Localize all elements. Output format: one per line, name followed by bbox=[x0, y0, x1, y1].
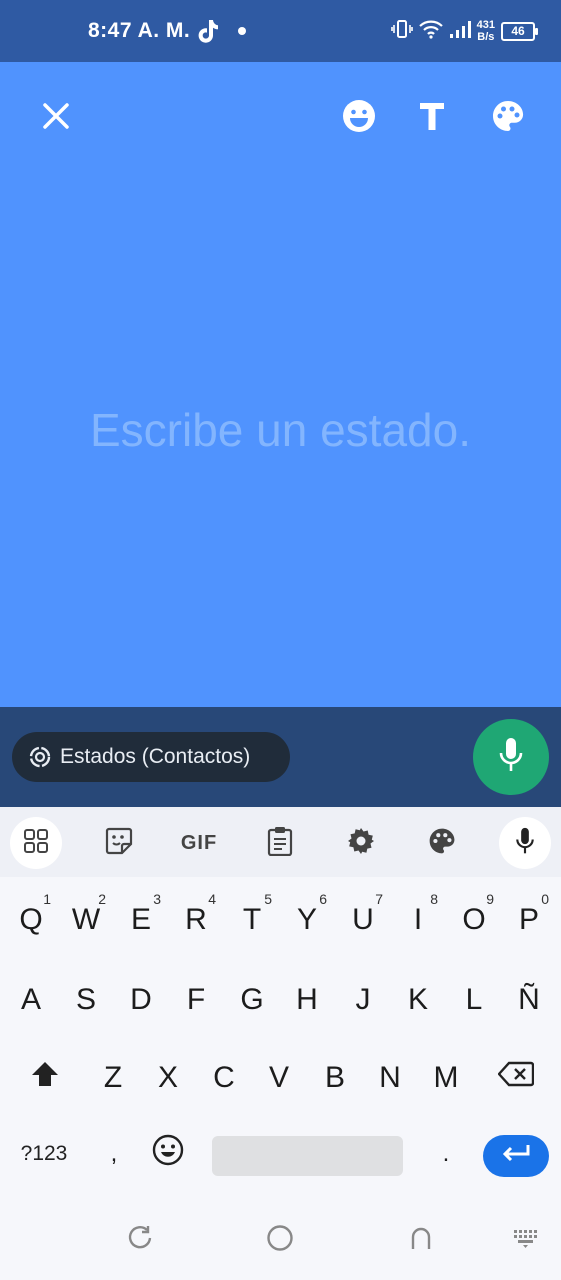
net-speed: 431 B/s bbox=[477, 19, 495, 43]
keyboard-keys: Q1 W2 E3 R4 T5 Y6 U7 I8 O9 P0 A S D F G … bbox=[0, 877, 561, 1200]
net-speed-value: 431 bbox=[476, 19, 495, 31]
audience-selector[interactable]: Estados (Contactos) bbox=[12, 732, 290, 782]
mic-icon bbox=[498, 737, 524, 778]
rotate-icon bbox=[127, 1225, 153, 1256]
sticker-button[interactable] bbox=[93, 817, 145, 869]
navigation-bar bbox=[0, 1200, 561, 1280]
key-f[interactable]: F bbox=[170, 969, 222, 1031]
close-button[interactable] bbox=[36, 98, 76, 138]
status-text-input[interactable]: Escribe un estado. bbox=[0, 403, 561, 457]
composer-bar: Estados (Contactos) bbox=[0, 707, 561, 807]
backspace-key[interactable] bbox=[490, 1047, 542, 1109]
theme-button[interactable] bbox=[416, 817, 468, 869]
gif-button[interactable]: GIF bbox=[173, 817, 225, 869]
home-icon bbox=[266, 1224, 294, 1257]
status-icons: 431 B/s 46 bbox=[390, 14, 538, 48]
voice-status-button[interactable] bbox=[473, 719, 549, 795]
key-q[interactable]: Q1 bbox=[5, 889, 57, 951]
key-r[interactable]: R4 bbox=[170, 889, 222, 951]
palette-icon bbox=[428, 827, 456, 860]
close-icon bbox=[41, 101, 71, 136]
mic-icon bbox=[515, 827, 535, 860]
key-e[interactable]: E3 bbox=[115, 889, 167, 951]
emoji-icon bbox=[342, 99, 376, 138]
apps-grid-icon bbox=[23, 828, 49, 859]
color-button[interactable] bbox=[488, 98, 528, 138]
enter-icon bbox=[500, 1143, 532, 1170]
emoji-icon bbox=[152, 1134, 184, 1174]
period-key[interactable]: . bbox=[420, 1123, 472, 1185]
tiktok-icon bbox=[196, 18, 220, 44]
key-c[interactable]: C bbox=[198, 1047, 250, 1109]
key-n[interactable]: N bbox=[364, 1047, 416, 1109]
vibrate-icon bbox=[390, 19, 413, 44]
settings-button[interactable] bbox=[335, 817, 387, 869]
signal-icon bbox=[449, 19, 471, 44]
settings-icon bbox=[347, 827, 375, 860]
key-v[interactable]: V bbox=[253, 1047, 305, 1109]
voice-typing-button[interactable] bbox=[499, 817, 551, 869]
keyboard-switch-icon bbox=[513, 1228, 539, 1253]
notification-dot bbox=[238, 27, 246, 35]
key-i[interactable]: I8 bbox=[392, 889, 444, 951]
key-m[interactable]: M bbox=[420, 1047, 472, 1109]
key-w[interactable]: W2 bbox=[60, 889, 112, 951]
key-j[interactable]: J bbox=[337, 969, 389, 1031]
text-icon bbox=[419, 101, 445, 136]
key-s[interactable]: S bbox=[60, 969, 112, 1031]
apps-button[interactable] bbox=[10, 817, 62, 869]
emoji-button[interactable] bbox=[339, 98, 379, 138]
key-x[interactable]: X bbox=[142, 1047, 194, 1109]
key-l[interactable]: L bbox=[448, 969, 500, 1031]
text-style-button[interactable] bbox=[412, 98, 452, 138]
key-z[interactable]: Z bbox=[87, 1047, 139, 1109]
key-t[interactable]: T5 bbox=[226, 889, 278, 951]
wifi-icon bbox=[418, 19, 443, 44]
battery-level: 46 bbox=[511, 23, 525, 38]
key-u[interactable]: U7 bbox=[337, 889, 389, 951]
rotate-button[interactable] bbox=[122, 1222, 158, 1258]
space-key[interactable] bbox=[212, 1136, 403, 1176]
status-ring-icon bbox=[29, 746, 51, 768]
backspace-icon bbox=[497, 1061, 535, 1095]
keyboard-toolbar: GIF bbox=[0, 807, 561, 877]
emoji-key[interactable] bbox=[142, 1123, 194, 1185]
key-d[interactable]: D bbox=[115, 969, 167, 1031]
key-g[interactable]: G bbox=[226, 969, 278, 1031]
shift-key[interactable] bbox=[19, 1047, 71, 1109]
key-y[interactable]: Y6 bbox=[281, 889, 333, 951]
audience-label: Estados (Contactos) bbox=[60, 745, 251, 768]
net-speed-unit: B/s bbox=[477, 31, 495, 43]
sticker-icon bbox=[104, 826, 134, 861]
shift-icon bbox=[31, 1061, 59, 1095]
clipboard-button[interactable] bbox=[254, 817, 306, 869]
gif-icon: GIF bbox=[180, 831, 218, 854]
clipboard-icon bbox=[267, 826, 293, 861]
key-k[interactable]: K bbox=[392, 969, 444, 1031]
comma-key[interactable]: , bbox=[88, 1123, 140, 1185]
key-b[interactable]: B bbox=[309, 1047, 361, 1109]
enter-key[interactable] bbox=[483, 1135, 549, 1177]
status-editor[interactable]: Escribe un estado. bbox=[0, 62, 561, 707]
key-h[interactable]: H bbox=[281, 969, 333, 1031]
key-a[interactable]: A bbox=[5, 969, 57, 1031]
back-button[interactable] bbox=[403, 1222, 439, 1258]
status-bar: 8:47 A. M. 431 B/s 46 bbox=[0, 0, 561, 62]
key-p[interactable]: P0 bbox=[503, 889, 555, 951]
key-enye[interactable]: Ñ bbox=[503, 969, 555, 1031]
keyboard-switch-button[interactable] bbox=[508, 1222, 544, 1258]
status-time: 8:47 A. M. bbox=[88, 19, 191, 42]
palette-icon bbox=[491, 99, 525, 138]
key-o[interactable]: O9 bbox=[448, 889, 500, 951]
home-button[interactable] bbox=[262, 1222, 298, 1258]
back-icon bbox=[409, 1225, 433, 1256]
symbols-key[interactable]: ?123 bbox=[4, 1129, 84, 1179]
battery-icon: 46 bbox=[501, 21, 538, 41]
